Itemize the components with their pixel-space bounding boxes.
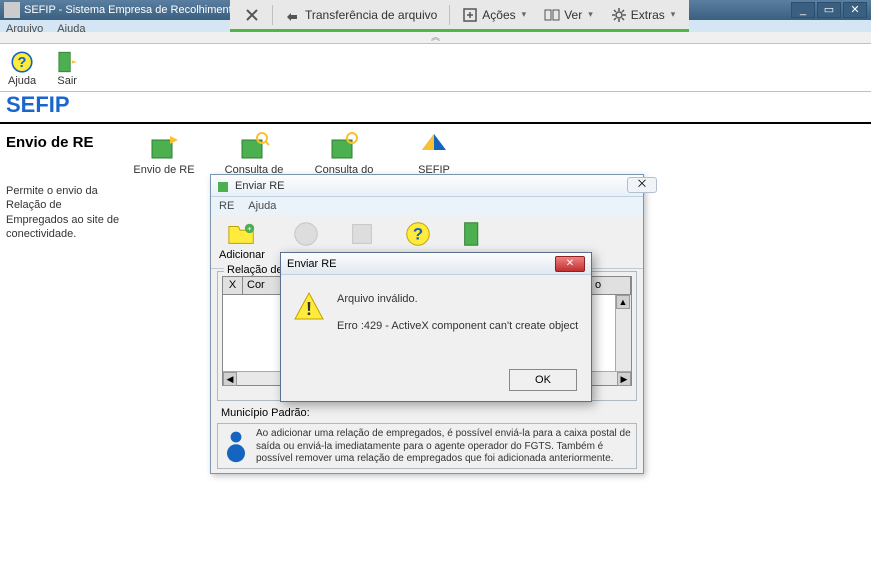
window-icon <box>217 179 231 193</box>
enviar-re-close-button[interactable]: ⨉ <box>627 177 657 193</box>
error-title: Enviar RE <box>287 258 555 270</box>
help-icon: ? <box>9 49 35 75</box>
info-icon <box>222 428 250 464</box>
view-icon <box>544 7 560 23</box>
toolbar-item-2[interactable] <box>291 219 321 249</box>
toolbar-item-3[interactable] <box>347 219 377 249</box>
svg-text:+: + <box>247 224 252 233</box>
gear-icon <box>611 7 627 23</box>
toolbar-sair-label: Sair <box>57 75 77 87</box>
envio-re-item[interactable]: Envio de RE <box>130 130 198 188</box>
enviar-re-menubar: RE Ajuda <box>211 197 643 215</box>
error-buttons: OK <box>509 369 577 391</box>
scroll-right-icon[interactable]: ▶ <box>617 372 631 386</box>
separator <box>272 5 273 25</box>
relacao-legend: Relação de <box>224 264 286 276</box>
view-dropdown[interactable]: Ver <box>538 5 599 25</box>
error-titlebar[interactable]: Enviar RE ✕ <box>281 253 591 275</box>
separator <box>449 5 450 25</box>
enviar-re-title: Enviar RE <box>235 180 637 192</box>
adicionar-button[interactable]: + Adicionar <box>219 219 265 261</box>
file-transfer-button[interactable]: Transferência de arquivo <box>279 5 443 25</box>
col-x[interactable]: X <box>223 277 243 294</box>
disabled-icon <box>347 219 377 249</box>
toolbar-sair[interactable]: Sair <box>54 49 80 87</box>
overlay-collapse-bar[interactable]: ︽ <box>0 32 871 44</box>
send-icon <box>148 130 180 162</box>
section-title: Envio de RE <box>6 134 94 151</box>
actions-dropdown[interactable]: Ações <box>456 5 532 25</box>
scroll-left-icon[interactable]: ◀ <box>223 372 237 386</box>
exit-icon <box>459 219 489 249</box>
x-icon <box>244 7 260 23</box>
app-icon <box>4 2 20 18</box>
folder-add-icon: + <box>227 219 257 249</box>
menu-ajuda[interactable]: Ajuda <box>248 200 276 212</box>
extras-label: Extras <box>631 8 665 22</box>
ok-button[interactable]: OK <box>509 369 577 391</box>
toolbar-exit[interactable] <box>459 219 489 249</box>
close-button[interactable]: ✕ <box>843 2 867 18</box>
section-description: Permite o envio da Relação de Empregados… <box>6 184 126 241</box>
warning-icon: ! <box>293 291 325 323</box>
overlay-toolbar: Transferência de arquivo Ações Ver Extra… <box>230 0 689 32</box>
actions-icon <box>462 7 478 23</box>
adicionar-label: Adicionar <box>219 249 265 261</box>
toolbar-ajuda[interactable]: ? Ajuda <box>8 49 36 87</box>
actions-label: Ações <box>482 8 515 22</box>
error-message: Arquivo inválido. Erro :429 - ActiveX co… <box>337 291 578 334</box>
overlay-close-button[interactable] <box>238 5 266 25</box>
error-line1: Arquivo inválido. <box>337 291 578 308</box>
error-body: ! Arquivo inválido. Erro :429 - ActiveX … <box>281 275 591 342</box>
extras-dropdown[interactable]: Extras <box>605 5 682 25</box>
toolbar-help[interactable]: ? <box>403 219 433 249</box>
query-icon <box>238 130 270 162</box>
sefip-icon <box>418 130 450 162</box>
error-line2: Erro :429 - ActiveX component can't crea… <box>337 318 578 335</box>
enviar-re-titlebar[interactable]: Enviar RE <box>211 175 643 197</box>
file-transfer-label: Transferência de arquivo <box>305 8 437 22</box>
disabled-icon <box>291 219 321 249</box>
col-right[interactable]: o <box>591 277 631 294</box>
toolbar-ajuda-label: Ajuda <box>8 75 36 87</box>
divider <box>0 122 871 124</box>
exit-icon <box>54 49 80 75</box>
error-close-button[interactable]: ✕ <box>555 256 585 272</box>
svg-text:?: ? <box>413 225 423 244</box>
svg-text:?: ? <box>18 54 27 70</box>
maximize-button[interactable]: ▭ <box>817 2 841 18</box>
view-label: Ver <box>564 8 582 22</box>
main-toolbar: ? Ajuda Sair <box>0 44 871 92</box>
error-dialog: Enviar RE ✕ ! Arquivo inválido. Erro :42… <box>280 252 592 402</box>
help-icon: ? <box>403 219 433 249</box>
query-icon <box>328 130 360 162</box>
envio-re-label: Envio de RE <box>133 164 194 176</box>
svg-text:!: ! <box>306 299 312 319</box>
scroll-up-icon[interactable]: ▲ <box>616 295 630 309</box>
info-text: Ao adicionar uma relação de empregados, … <box>256 428 632 464</box>
vertical-scrollbar[interactable]: ▲ <box>615 295 631 371</box>
transfer-icon <box>285 7 301 23</box>
menu-re[interactable]: RE <box>219 200 234 212</box>
minimize-button[interactable]: _ <box>791 2 815 18</box>
info-panel: Ao adicionar uma relação de empregados, … <box>217 423 637 469</box>
municipio-label: Município Padrão: <box>221 407 310 419</box>
page-title: SEFIP <box>6 92 70 118</box>
